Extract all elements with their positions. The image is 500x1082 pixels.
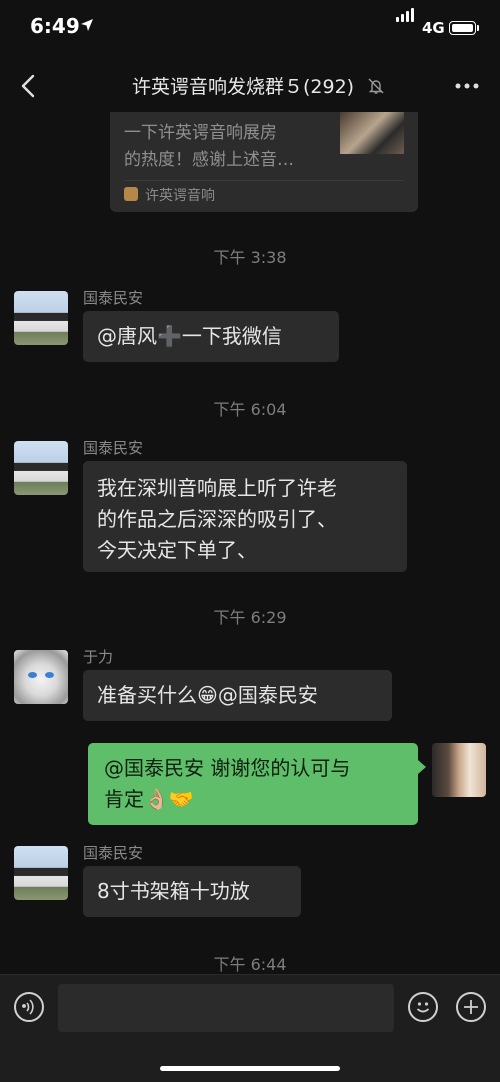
sender-name: 国泰民安 [83, 289, 144, 307]
plus-icon [464, 1000, 478, 1014]
network-type: 4G [422, 19, 445, 37]
message-bubble[interactable]: 我在深圳音响展上听了许老 的作品之后深深的吸引了、 今天决定下单了、 [83, 461, 407, 572]
home-indicator [160, 1066, 340, 1071]
card-source: 许英谔音响 [145, 188, 215, 204]
card-description-line: 的热度！感谢上述音… [124, 150, 294, 170]
message-timestamp: 下午 3:38 [213, 248, 287, 267]
message-text-line: 肯定👌🏼🤝 [104, 787, 194, 811]
bubble-tail [418, 760, 426, 774]
avatar[interactable] [14, 846, 68, 900]
card-description-line: 一下许英谔音响展房 [124, 123, 277, 143]
emoji-button[interactable] [408, 992, 438, 1022]
sender-name: 于力 [83, 648, 114, 666]
message-text: 8寸书架箱十功放 [97, 879, 250, 903]
divider [124, 180, 404, 181]
sender-name: 国泰民安 [83, 439, 144, 457]
message-text-line: 的作品之后深深的吸引了、 [97, 507, 337, 531]
back-button[interactable] [14, 70, 44, 102]
bell-slash-icon [368, 78, 384, 94]
voice-icon [22, 999, 34, 1015]
message-timestamp: 下午 6:29 [213, 608, 287, 627]
message-timestamp: 下午 6:04 [213, 400, 287, 419]
location-arrow-icon [81, 19, 93, 31]
message-bubble[interactable]: 8寸书架箱十功放 [83, 866, 301, 917]
more-options-button[interactable] [452, 74, 482, 98]
avatar[interactable] [14, 441, 68, 495]
message-bubble[interactable]: @唐风➕一下我微信 [83, 311, 339, 362]
plus-button[interactable] [456, 992, 486, 1022]
message-text-line: @国泰民安 谢谢您的认可与 [104, 756, 351, 780]
voice-button[interactable] [14, 992, 44, 1022]
message-timestamp: 下午 6:44 [213, 955, 287, 974]
avatar[interactable] [14, 650, 68, 704]
message-text-line: 我在深圳音响展上听了许老 [97, 476, 337, 500]
message-bubble[interactable]: 准备买什么😁@国泰民安 [83, 670, 392, 721]
message-text: 准备买什么😁@国泰民安 [97, 683, 318, 707]
card-thumbnail [340, 112, 404, 154]
message-text-line: 今天决定下单了、 [97, 538, 257, 562]
status-time: 6:49 [30, 14, 80, 38]
emoji-icon [416, 1002, 430, 1013]
battery-tip [477, 25, 479, 31]
card-source-icon [124, 187, 138, 201]
message-bubble-self[interactable]: @国泰民安 谢谢您的认可与 肯定👌🏼🤝 [88, 743, 418, 825]
sender-name: 国泰民安 [83, 844, 144, 862]
chat-title: 许英谔音响发烧群５(292) [132, 76, 355, 98]
avatar[interactable] [14, 291, 68, 345]
message-text: @唐风➕一下我微信 [97, 324, 282, 348]
battery-icon [449, 21, 476, 35]
message-input[interactable] [58, 984, 394, 1032]
avatar[interactable] [432, 743, 486, 797]
